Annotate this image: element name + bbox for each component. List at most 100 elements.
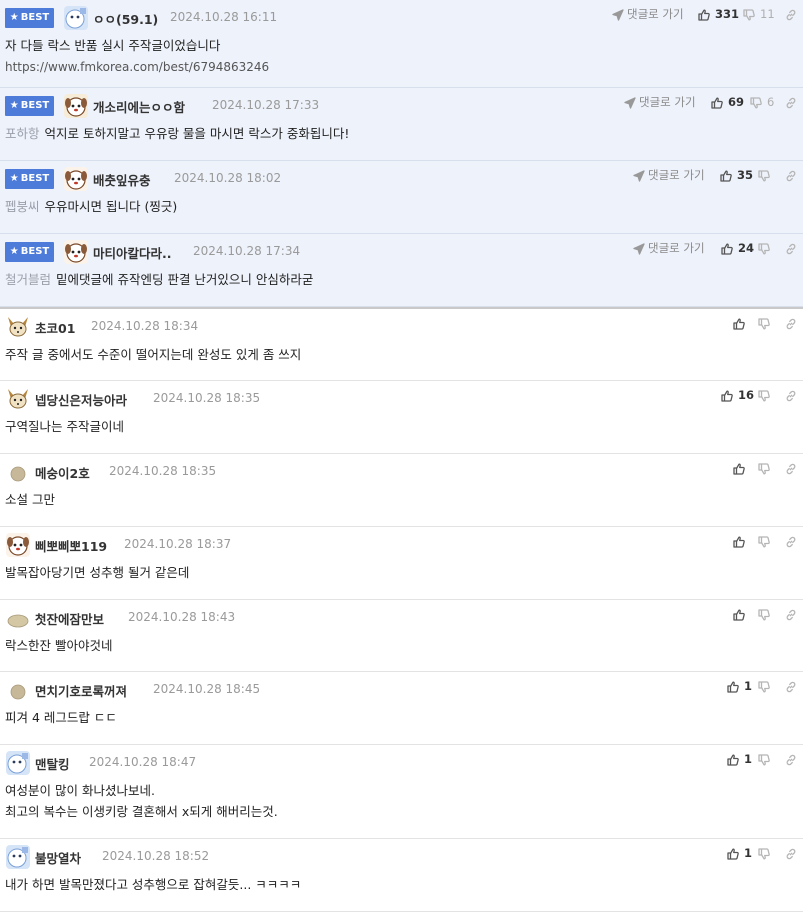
upvote-button[interactable] [733, 459, 745, 477]
upvote-button[interactable] [733, 605, 745, 623]
thumbs-down-icon [758, 461, 770, 475]
link-icon [785, 846, 797, 860]
comment-item: ★ BEST ㅇㅇ(59.1) 2024.10.28 16:11 자 다들 락스 반품 … [0, 0, 803, 88]
reply-target[interactable]: 펩붕씨 [5, 199, 40, 214]
reply-target[interactable]: 철거블럼 [5, 272, 51, 287]
reply-target[interactable]: 포하항 [5, 126, 40, 141]
downvote-button[interactable] [758, 314, 770, 332]
copy-link-button[interactable] [785, 844, 797, 862]
downvote-button[interactable] [758, 532, 770, 550]
upvote-button[interactable] [733, 314, 745, 332]
comment-actions [0, 532, 803, 550]
copy-link-button[interactable] [785, 386, 797, 404]
upvote-button[interactable]: 16 [721, 386, 754, 404]
thumbs-up-icon [733, 534, 745, 548]
thumbs-down-icon [750, 95, 762, 109]
comment-actions [0, 459, 803, 477]
comment-text: 철거블럼 밑에댓글에 쥬작엔딩 판결 난거있으니 안심하라굳 [5, 269, 313, 290]
upvote-button[interactable] [733, 532, 745, 550]
goto-comment-button[interactable]: 댓글로 가기 [633, 166, 705, 184]
comment-item: ★ BEST 개소리에는ㅇㅇ함 2024.10.28 17:33 포하항 억지로 토하지말… [0, 88, 803, 161]
comment-actions: 16 [0, 386, 803, 404]
comment-body: 피겨 4 레그드랍 ㄷㄷ [5, 710, 117, 725]
goto-comment-button[interactable]: 댓글로 가기 [633, 239, 705, 257]
comment-actions [0, 314, 803, 332]
upvote-button[interactable]: 1 [727, 677, 752, 695]
comment-text: 포하항 억지로 토하지말고 우유랑 물을 마시면 락스가 중화됩니다! [5, 123, 349, 144]
downvote-button[interactable] [758, 844, 770, 862]
upvote-count: 35 [737, 168, 754, 182]
thumbs-up-icon [721, 241, 733, 255]
link-icon [785, 95, 797, 109]
goto-comment-button[interactable]: 댓글로 가기 [612, 5, 684, 23]
comment-body: 락스한잔 빨아야것네 [5, 638, 113, 653]
copy-link-button[interactable] [785, 314, 797, 332]
thumbs-up-icon [711, 95, 723, 109]
comment-body: 구역질나는 주작글이네 [5, 419, 124, 434]
link-icon [785, 7, 797, 21]
comment-actions: 댓글로 가기 331 11 [0, 5, 803, 23]
thumbs-down-icon [758, 752, 770, 766]
downvote-button[interactable] [758, 677, 770, 695]
comment-actions: 1 [0, 844, 803, 862]
copy-link-button[interactable] [785, 677, 797, 695]
downvote-button[interactable]: 6 [750, 93, 774, 111]
copy-link-button[interactable] [785, 239, 797, 257]
copy-link-button[interactable] [785, 532, 797, 550]
copy-link-button[interactable] [785, 459, 797, 477]
link-icon [785, 241, 797, 255]
copy-link-button[interactable] [785, 5, 797, 23]
comment-link[interactable]: https://www.fmkorea.com/best/6794863246 [5, 57, 269, 78]
arrow-icon [633, 241, 645, 255]
comment-item: 넵당신은저능아라 2024.10.28 18:35 구역질나는 주작글이네 16 [0, 381, 803, 454]
copy-link-button[interactable] [785, 605, 797, 623]
comment-body: 주작 글 중에서도 수준이 떨어지는데 완성도 있게 좀 쓰지 [5, 347, 302, 362]
thumbs-down-icon [758, 607, 770, 621]
goto-label: 댓글로 가기 [648, 168, 705, 182]
comment-body: 억지로 토하지말고 우유랑 물을 마시면 락스가 중화됩니다! [44, 126, 350, 141]
downvote-button[interactable] [758, 239, 770, 257]
thumbs-up-icon [727, 846, 739, 860]
copy-link-button[interactable] [785, 166, 797, 184]
downvote-button[interactable] [758, 459, 770, 477]
upvote-button[interactable]: 1 [727, 844, 752, 862]
downvote-button[interactable] [758, 166, 770, 184]
downvote-button[interactable] [758, 750, 770, 768]
downvote-button[interactable]: 11 [743, 5, 775, 23]
upvote-button[interactable]: 1 [727, 750, 752, 768]
comment-body: 자 다들 락스 반품 실시 주작글이었습니다 [5, 38, 221, 53]
arrow-icon [612, 7, 624, 21]
downvote-button[interactable] [758, 386, 770, 404]
upvote-button[interactable]: 24 [721, 239, 754, 257]
upvote-button[interactable]: 35 [720, 166, 753, 184]
link-icon [785, 679, 797, 693]
comment-item: 면치기호로록꺼져 2024.10.28 18:45 피겨 4 레그드랍 ㄷㄷ 1 [0, 672, 803, 745]
link-icon [785, 316, 797, 330]
downvote-button[interactable] [758, 605, 770, 623]
thumbs-up-icon [733, 607, 745, 621]
thumbs-up-icon [733, 316, 745, 330]
downvote-count: 11 [760, 7, 775, 21]
goto-comment-button[interactable]: 댓글로 가기 [624, 93, 696, 111]
thumbs-down-icon [758, 168, 770, 182]
comment-text: 펩붕씨 우유마시면 됩니다 (찡긋) [5, 196, 177, 217]
comment-text: 자 다들 락스 반품 실시 주작글이었습니다 [5, 35, 220, 56]
comment-body: 밑에댓글에 쥬작엔딩 판결 난거있으니 안심하라굳 [56, 272, 314, 287]
upvote-button[interactable]: 331 [698, 5, 739, 23]
copy-link-button[interactable] [785, 750, 797, 768]
thumbs-down-icon [758, 846, 770, 860]
thumbs-down-icon [758, 388, 770, 402]
comment-body: 소설 그만 [5, 492, 55, 507]
comment-actions [0, 605, 803, 623]
thumbs-up-icon [721, 388, 733, 402]
thumbs-down-icon [758, 241, 770, 255]
comment-text: 락스한잔 빨아야것네 [5, 635, 112, 656]
copy-link-button[interactable] [785, 93, 797, 111]
comment-item: 초코01 2024.10.28 18:34 주작 글 중에서도 수준이 떨어지는데 … [0, 307, 803, 381]
upvote-button[interactable]: 69 [711, 93, 744, 111]
upvote-count: 1 [744, 846, 753, 860]
comment-text: 소설 그만 [5, 489, 55, 510]
thumbs-up-icon [727, 679, 739, 693]
comment-body: 내가 하면 발목만졌다고 성추행으로 잡혀갈듯... ㅋㅋㅋㅋ [5, 877, 302, 892]
thumbs-down-icon [758, 534, 770, 548]
